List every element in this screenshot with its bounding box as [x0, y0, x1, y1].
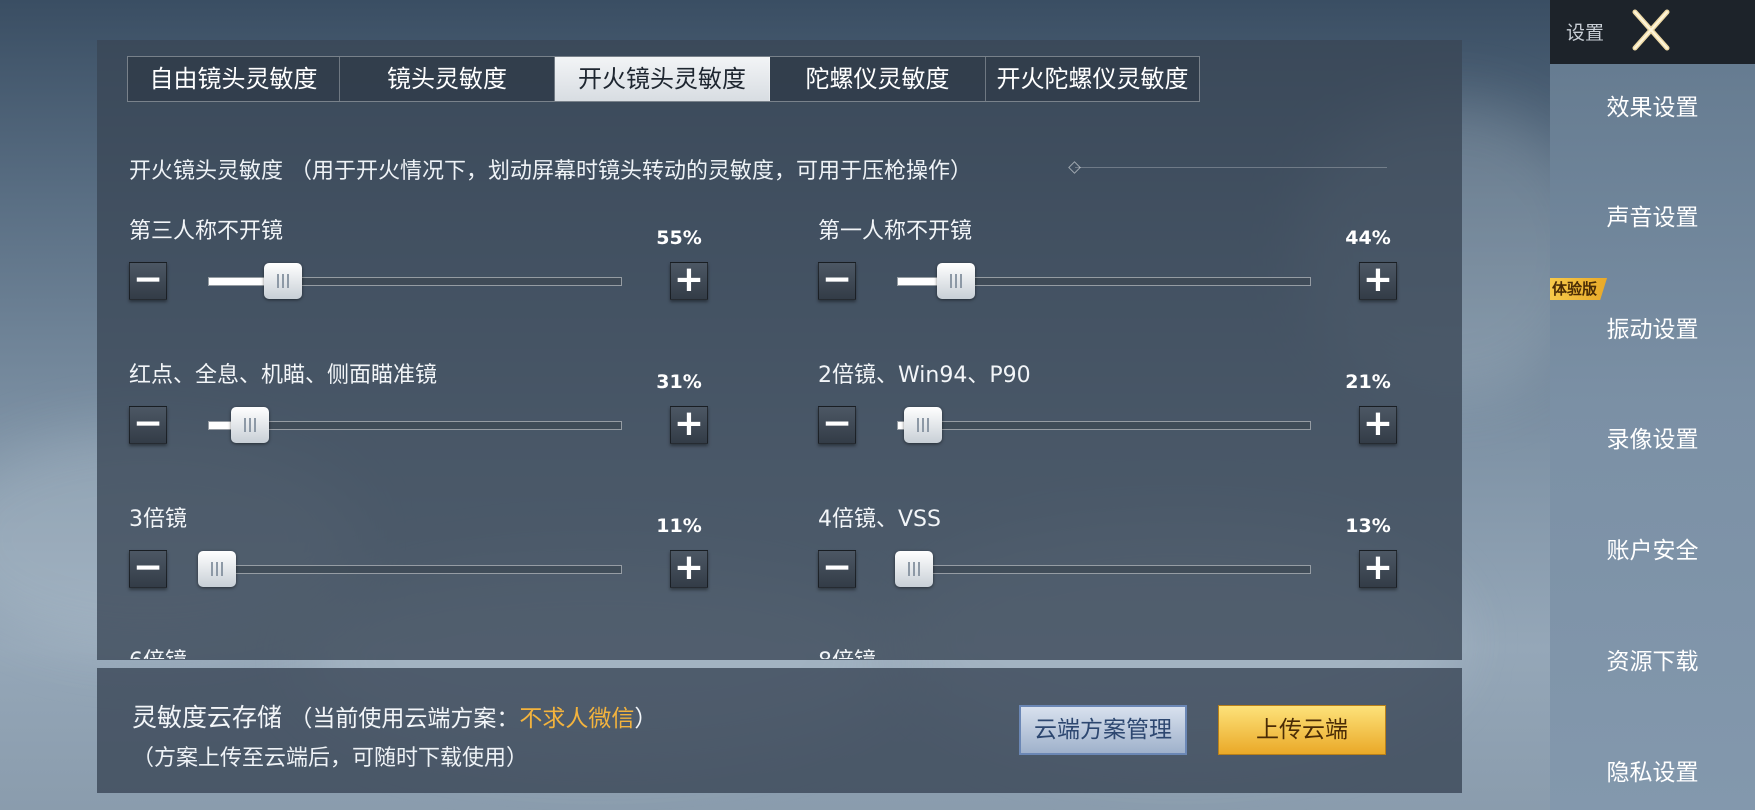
increase-button[interactable]: +: [670, 406, 708, 444]
partial-row-label: 6倍镜: [129, 643, 187, 659]
cloud-current-prefix: （当前使用云端方案：: [282, 706, 520, 732]
partial-row-label: 8倍镜: [818, 643, 876, 659]
slider-percent: 13%: [1345, 515, 1391, 537]
slider-label: 第一人称不开镜: [818, 219, 973, 244]
sidebar-item-resource-download[interactable]: 资源下载: [1550, 642, 1755, 676]
increase-button[interactable]: +: [670, 550, 708, 588]
increase-button[interactable]: +: [1359, 406, 1397, 444]
slider-track[interactable]: [897, 263, 1311, 299]
close-icon[interactable]: [1627, 6, 1675, 54]
tab-gyroscope[interactable]: 陀螺仪灵敏度: [770, 57, 986, 101]
sensitivity-tabs: 自由镜头灵敏度 镜头灵敏度 开火镜头灵敏度 陀螺仪灵敏度 开火陀螺仪灵敏度: [127, 56, 1200, 102]
slider-percent: 21%: [1345, 371, 1391, 393]
cloud-plan-manage-button[interactable]: 云端方案管理: [1019, 705, 1187, 755]
settings-sidebar: 设置 效果设置 声音设置 振动设置 录像设置 账户安全 资源下载 隐私设置: [1550, 0, 1755, 810]
cloud-storage-panel: 灵敏度云存储 （当前使用云端方案：不求人微信） （方案上传至云端后，可随时下载使…: [97, 668, 1462, 793]
cloud-current-plan: 不求人微信: [519, 706, 635, 732]
decrease-button[interactable]: −: [129, 406, 167, 444]
sidebar-item-privacy[interactable]: 隐私设置: [1550, 753, 1755, 787]
slider-row: 第一人称不开镜 44% − +: [818, 213, 1398, 323]
tab-fire-gyroscope[interactable]: 开火陀螺仪灵敏度: [986, 57, 1199, 101]
cloud-storage-title: 灵敏度云存储 （当前使用云端方案：不求人微信）: [132, 698, 657, 734]
slider-row: 4倍镜、VSS 13% − +: [818, 501, 1398, 611]
increase-button[interactable]: +: [670, 262, 708, 300]
slider-track[interactable]: [198, 551, 622, 587]
sidebar-item-vibration[interactable]: 振动设置: [1550, 310, 1755, 344]
sidebar-item-recording[interactable]: 录像设置: [1550, 420, 1755, 454]
upload-cloud-button[interactable]: 上传云端: [1218, 705, 1386, 755]
sidebar-header: 设置: [1550, 0, 1755, 64]
slider-row: 3倍镜 11% − +: [129, 501, 709, 611]
slider-label: 2倍镜、Win94、P90: [818, 363, 1031, 388]
slider-track[interactable]: [897, 407, 1311, 443]
tab-free-camera[interactable]: 自由镜头灵敏度: [128, 57, 340, 101]
slider-percent: 44%: [1345, 227, 1391, 249]
sensitivity-panel: 自由镜头灵敏度 镜头灵敏度 开火镜头灵敏度 陀螺仪灵敏度 开火陀螺仪灵敏度 开火…: [97, 40, 1462, 660]
slider-handle[interactable]: [231, 407, 270, 443]
slider-handle[interactable]: [198, 551, 237, 587]
cloud-title-text: 灵敏度云存储: [132, 703, 283, 732]
slider-percent: 31%: [656, 371, 702, 393]
cloud-note: （方案上传至云端后，可随时下载使用）: [132, 746, 529, 771]
slider-track[interactable]: [895, 551, 1311, 587]
section-title: 开火镜头灵敏度 （用于开火情况下，划动屏幕时镜头转动的灵敏度，可用于压枪操作）: [129, 159, 972, 184]
slider-handle[interactable]: [895, 551, 934, 587]
slider-row: 红点、全息、机瞄、侧面瞄准镜 31% − +: [129, 357, 709, 467]
decrease-button[interactable]: −: [818, 262, 856, 300]
increase-button[interactable]: +: [1359, 262, 1397, 300]
decrease-button[interactable]: −: [818, 550, 856, 588]
slider-label: 4倍镜、VSS: [818, 507, 941, 532]
slider-label: 3倍镜: [129, 507, 187, 532]
sidebar-item-account-security[interactable]: 账户安全: [1550, 531, 1755, 565]
beta-badge: 体验版: [1550, 278, 1608, 300]
slider-label: 红点、全息、机瞄、侧面瞄准镜: [129, 363, 438, 388]
increase-button[interactable]: +: [1359, 550, 1397, 588]
slider-percent: 55%: [656, 227, 702, 249]
cloud-current-suffix: ）: [634, 706, 658, 732]
decrease-button[interactable]: −: [129, 550, 167, 588]
slider-label: 第三人称不开镜: [129, 219, 284, 244]
sidebar-item-sound[interactable]: 声音设置: [1550, 198, 1755, 232]
sidebar-title: 设置: [1566, 22, 1605, 44]
slider-handle[interactable]: [903, 407, 942, 443]
slider-handle[interactable]: [264, 263, 303, 299]
tab-fire-camera[interactable]: 开火镜头灵敏度: [555, 57, 770, 101]
slider-percent: 11%: [656, 515, 702, 537]
sidebar-item-effects[interactable]: 效果设置: [1550, 88, 1755, 122]
slider-row: 2倍镜、Win94、P90 21% − +: [818, 357, 1398, 467]
slider-track[interactable]: [208, 263, 622, 299]
slider-handle[interactable]: [936, 263, 975, 299]
slider-row: 第三人称不开镜 55% − +: [129, 213, 709, 323]
decrease-button[interactable]: −: [818, 406, 856, 444]
decrease-button[interactable]: −: [129, 262, 167, 300]
tab-camera[interactable]: 镜头灵敏度: [340, 57, 555, 101]
title-divider: [1075, 167, 1387, 168]
slider-track[interactable]: [208, 407, 622, 443]
